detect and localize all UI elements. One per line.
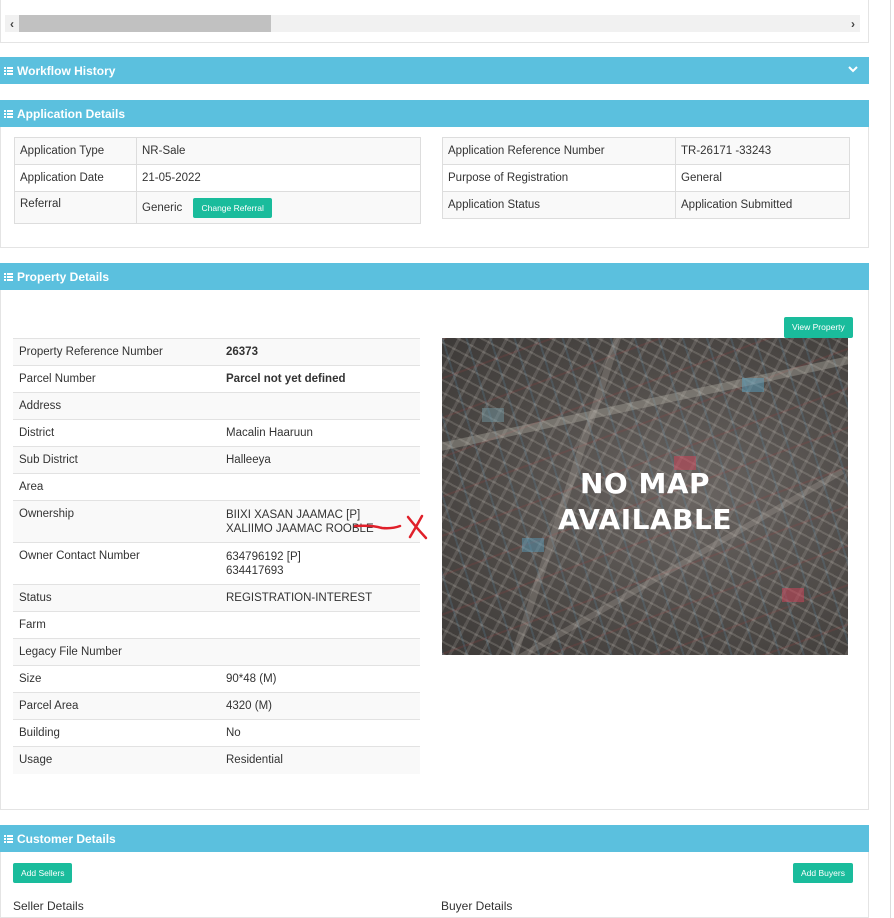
customer-details-title: Customer Details <box>17 831 116 846</box>
ownership-label: Ownership <box>13 500 218 543</box>
farm-label: Farm <box>13 611 218 639</box>
table-row: Application Reference Number TR-26171 -3… <box>442 137 850 165</box>
referral-cell: Generic Change Referral <box>136 191 421 224</box>
application-details-title: Application Details <box>17 106 126 121</box>
change-referral-button[interactable]: Change Referral <box>193 197 272 218</box>
referral-value: Generic <box>142 201 183 214</box>
table-row: Referral Generic Change Referral <box>14 191 421 224</box>
application-type-value: NR-Sale <box>136 137 421 165</box>
table-row: Size 90*48 (M) <box>13 665 420 693</box>
application-details-body: Application Type NR-Sale Application Dat… <box>0 127 869 248</box>
sub-district-label: Sub District <box>13 446 218 474</box>
purpose-label: Purpose of Registration <box>442 164 676 192</box>
property-ref-label: Property Reference Number <box>13 338 218 366</box>
table-row: Area <box>13 473 420 501</box>
owner-contact-secondary: 634417693 <box>226 564 284 577</box>
parcel-area-label: Parcel Area <box>13 692 218 720</box>
application-date-value: 21-05-2022 <box>136 164 421 192</box>
parcel-number-value: Parcel not yet defined <box>218 365 420 393</box>
application-details-right-table: Application Reference Number TR-26171 -3… <box>442 137 850 219</box>
district-value: Macalin Haaruun <box>218 419 420 447</box>
view-property-button[interactable]: View Property <box>784 317 853 338</box>
application-type-label: Application Type <box>14 137 137 165</box>
table-row: Address <box>13 392 420 420</box>
status-label: Status <box>13 584 218 612</box>
chevron-down-icon[interactable] <box>847 63 859 75</box>
referral-label: Referral <box>14 191 137 224</box>
property-details-header: Property Details <box>0 263 869 290</box>
table-row: Building No <box>13 719 420 747</box>
property-ref-value: 26373 <box>218 338 420 366</box>
application-status-label: Application Status <box>442 191 676 219</box>
seller-details-label: Seller Details <box>13 899 84 913</box>
workflow-history-header[interactable]: Workflow History <box>0 57 869 84</box>
map-placeholder: NO MAP AVAILABLE <box>442 338 848 655</box>
address-label: Address <box>13 392 218 420</box>
table-row: Usage Residential <box>13 746 420 774</box>
purpose-value: General <box>675 164 850 192</box>
customer-details-body <box>0 852 869 918</box>
scroll-left-icon[interactable]: ‹ <box>5 15 19 32</box>
workflow-history-title: Workflow History <box>17 63 116 78</box>
scroll-right-icon[interactable]: › <box>846 15 860 32</box>
property-details-title: Property Details <box>17 269 110 284</box>
status-value: REGISTRATION-INTEREST <box>218 584 420 612</box>
usage-label: Usage <box>13 746 218 774</box>
customer-details-header: Customer Details <box>0 825 869 852</box>
table-row: District Macalin Haaruun <box>13 419 420 447</box>
application-reference-value: TR-26171 -33243 <box>675 137 850 165</box>
area-value <box>218 473 420 501</box>
scrollbar-thumb[interactable] <box>19 15 271 32</box>
table-row: Owner Contact Number 634796192 [P] 63441… <box>13 542 420 585</box>
add-sellers-button[interactable]: Add Sellers <box>13 863 73 883</box>
farm-value <box>218 611 420 639</box>
legacy-file-label: Legacy File Number <box>13 638 218 666</box>
list-icon <box>4 272 13 281</box>
no-map-line1: NO MAP <box>579 467 711 500</box>
horizontal-scrollbar[interactable]: ‹ › <box>5 15 860 32</box>
application-details-left-table: Application Type NR-Sale Application Dat… <box>14 137 421 224</box>
table-row: Sub District Halleeya <box>13 446 420 474</box>
table-row: Application Date 21-05-2022 <box>14 164 421 192</box>
annotation-mark-icon <box>353 514 428 540</box>
building-value: No <box>218 719 420 747</box>
application-details-header: Application Details <box>0 100 869 127</box>
table-row: Farm <box>13 611 420 639</box>
size-label: Size <box>13 665 218 693</box>
size-value: 90*48 (M) <box>218 665 420 693</box>
table-row: Legacy File Number <box>13 638 420 666</box>
list-icon <box>4 109 13 118</box>
table-row: Purpose of Registration General <box>442 164 850 192</box>
list-icon <box>4 834 13 843</box>
table-row: Parcel Number Parcel not yet defined <box>13 365 420 393</box>
sub-district-value: Halleeya <box>218 446 420 474</box>
add-buyers-button[interactable]: Add Buyers <box>793 863 853 883</box>
owner-contact-label: Owner Contact Number <box>13 542 218 585</box>
owner-contact-value: 634796192 [P] 634417693 <box>218 542 420 585</box>
table-row: Application Type NR-Sale <box>14 137 421 165</box>
area-label: Area <box>13 473 218 501</box>
table-row: Status REGISTRATION-INTEREST <box>13 584 420 612</box>
legacy-file-value <box>218 638 420 666</box>
district-label: District <box>13 419 218 447</box>
address-value <box>218 392 420 420</box>
table-row: Parcel Area 4320 (M) <box>13 692 420 720</box>
owner-contact-primary: 634796192 [P] <box>226 550 301 563</box>
no-map-text: NO MAP AVAILABLE <box>442 466 848 538</box>
table-row: Application Status Application Submitted <box>442 191 850 219</box>
list-icon <box>4 66 13 75</box>
no-map-line2: AVAILABLE <box>558 503 732 536</box>
parcel-number-label: Parcel Number <box>13 365 218 393</box>
page-edge-divider <box>890 0 891 918</box>
table-row: Property Reference Number 26373 <box>13 338 420 366</box>
property-details-table: Property Reference Number 26373 Parcel N… <box>13 338 420 774</box>
application-reference-label: Application Reference Number <box>442 137 676 165</box>
application-date-label: Application Date <box>14 164 137 192</box>
parcel-area-value: 4320 (M) <box>218 692 420 720</box>
usage-value: Residential <box>218 746 420 774</box>
top-scroll-container: ‹ › <box>0 0 869 43</box>
building-label: Building <box>13 719 218 747</box>
application-status-value: Application Submitted <box>675 191 850 219</box>
buyer-details-label: Buyer Details <box>441 899 513 913</box>
